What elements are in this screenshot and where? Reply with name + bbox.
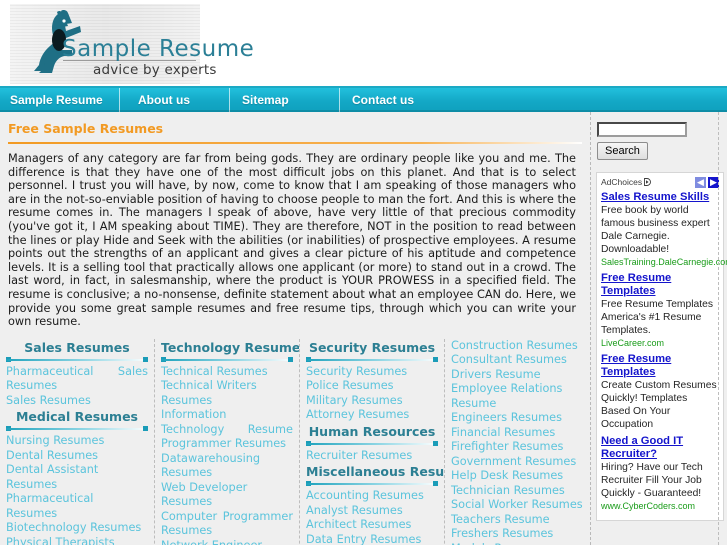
category-link[interactable]: Security Resumes xyxy=(306,365,438,380)
intro-paragraph: Managers of any category are far from be… xyxy=(8,152,576,329)
category-link[interactable]: Government Resumes xyxy=(451,455,584,470)
ad-title-link[interactable]: Sales Resume Skills xyxy=(601,191,719,204)
category-link[interactable]: Teachers Resume xyxy=(451,513,584,528)
category-link[interactable]: Data Entry Resumes xyxy=(306,533,438,545)
category-column-3: Security Resumes Security Resumes Police R… xyxy=(300,338,445,545)
category-link[interactable]: Employee Relations Resume xyxy=(451,382,584,411)
category-link[interactable]: Dental Resumes xyxy=(6,449,148,464)
body-wrapper: Free Sample Resumes Managers of any cate… xyxy=(0,112,727,545)
category-link[interactable]: Programmer Resumes xyxy=(161,437,293,452)
category-link[interactable]: Biotechnology Resumes xyxy=(6,521,148,536)
category-link[interactable]: Technician Resumes xyxy=(451,484,584,499)
ad-pager: ◀ ▶ xyxy=(695,176,719,188)
category-heading-underline xyxy=(306,440,438,446)
search-button[interactable]: Search xyxy=(597,142,648,160)
category-link[interactable]: Freshers Resumes xyxy=(451,527,584,542)
category-link[interactable]: Military Resumes xyxy=(306,394,438,409)
category-link[interactable]: Architect Resumes xyxy=(306,518,438,533)
logo-subtitle: advice by experts xyxy=(93,62,217,78)
category-link[interactable]: Drivers Resume xyxy=(451,368,584,383)
category-column-1: Sales Resumes Pharmaceutical Sales Resume… xyxy=(0,338,155,545)
adchoices-label[interactable]: AdChoices xyxy=(601,177,652,187)
category-link[interactable]: Datawarehousing Resumes xyxy=(161,452,293,481)
category-heading: Medical Resumes xyxy=(15,409,138,425)
category-link[interactable]: Recruiter Resumes xyxy=(306,449,438,464)
ad-url[interactable]: SalesTraining.DaleCarnegie.com xyxy=(601,256,727,268)
category-link[interactable]: Sales Resumes xyxy=(6,394,148,409)
category-link[interactable]: Firefighter Resumes xyxy=(451,440,584,455)
category-link[interactable]: Computer Programmer Resumes xyxy=(161,510,293,539)
adchoices-text: AdChoices xyxy=(601,177,643,187)
category-link[interactable]: Information Technology Resume xyxy=(161,408,293,437)
logo-banner: Sample Resume advice by experts xyxy=(10,4,254,84)
category-heading: Sales Resumes xyxy=(24,339,130,355)
category-heading: Miscellaneous Resumes xyxy=(306,464,445,480)
ad-item: Sales Resume Skills Free book by world fa… xyxy=(601,191,727,268)
ad-description: Free Resume Templates America's #1 Resum… xyxy=(601,299,713,336)
page-root: Sample Resume advice by experts Sample R… xyxy=(0,0,727,545)
category-link[interactable]: Engineers Resumes xyxy=(451,411,584,426)
ad-item: Free Resume Templates Free Resume Templat… xyxy=(601,272,719,349)
category-link[interactable]: Pharmaceutical Resumes xyxy=(6,492,148,521)
logo-title: Sample Resume xyxy=(62,36,255,62)
nav-item-contact-us[interactable]: Contact us xyxy=(340,88,424,112)
ad-prev-arrow-icon[interactable]: ◀ xyxy=(695,176,706,188)
ad-url[interactable]: LiveCareer.com xyxy=(601,337,719,349)
category-link[interactable]: Nursing Resumes xyxy=(6,434,148,449)
nav-item-sample-resume[interactable]: Sample Resume xyxy=(0,88,120,112)
category-link[interactable]: Technical Writers Resumes xyxy=(161,379,293,408)
category-link[interactable]: Physical Therapists Resumes xyxy=(6,536,148,545)
category-link[interactable]: Technical Resumes xyxy=(161,365,293,380)
ad-description: Create Custom Resumes Quickly! Templates… xyxy=(601,380,717,430)
category-heading-underline xyxy=(306,356,438,362)
nav-item-sitemap[interactable]: Sitemap xyxy=(230,88,340,112)
category-heading-underline xyxy=(161,356,293,362)
category-link[interactable]: Help Desk Resumes xyxy=(451,469,584,484)
ad-description: Free book by world famous business exper… xyxy=(601,205,710,255)
category-column-2: Technology Resumes Technical Resumes Techn… xyxy=(155,338,300,545)
category-link[interactable]: Analyst Resumes xyxy=(306,504,438,519)
category-heading: Technology Resumes xyxy=(161,339,300,355)
ad-list: Sales Resume Skills Free book by world fa… xyxy=(601,191,727,512)
adchoices-triangle-icon xyxy=(644,178,652,186)
category-link[interactable]: Social Worker Resumes xyxy=(451,498,584,513)
category-column-4: Construction Resumes Consultant Resumes Dr… xyxy=(445,339,590,545)
ad-url[interactable]: www.CyberCoders.com xyxy=(601,500,719,512)
category-link[interactable]: Financial Resumes xyxy=(451,426,584,441)
category-link[interactable]: Web Developer Resumes xyxy=(161,481,293,510)
sidebar-divider xyxy=(718,112,719,545)
ad-title-link[interactable]: Free Resume Templates xyxy=(601,353,719,379)
category-columns: Sales Resumes Pharmaceutical Sales Resume… xyxy=(0,338,590,545)
main-navigation: Sample Resume About us Sitemap Contact u… xyxy=(0,88,727,112)
main-content: Free Sample Resumes Managers of any cate… xyxy=(0,112,590,545)
ad-title-link[interactable]: Free Resume Templates xyxy=(601,272,719,298)
category-heading: Human Resources xyxy=(308,423,436,439)
ad-item: Free Resume Templates Create Custom Resum… xyxy=(601,353,719,431)
site-header: Sample Resume advice by experts xyxy=(0,0,727,88)
category-link[interactable]: Accounting Resumes xyxy=(306,489,438,504)
ad-unit: AdChoices ◀ ▶ Sales Resume Skills Free bo… xyxy=(596,172,727,521)
category-link[interactable]: Pharmaceutical Sales Resumes xyxy=(6,365,148,394)
category-heading-underline xyxy=(306,481,438,487)
search-input[interactable] xyxy=(597,122,687,137)
ad-description: Hiring? Have our Tech Recruiter Fill You… xyxy=(601,462,703,499)
nav-item-about-us[interactable]: About us xyxy=(120,88,230,112)
ad-item: Need a Good IT Recruiter? Hiring? Have ou… xyxy=(601,435,719,512)
category-heading-underline xyxy=(6,356,148,362)
category-link[interactable]: Construction Resumes xyxy=(451,339,584,354)
right-sidebar: Search AdChoices ◀ ▶ Sales Resume Skills… xyxy=(590,112,727,545)
category-heading: Security Resumes xyxy=(308,339,436,355)
category-link[interactable]: Network Engineer Resumes xyxy=(161,539,293,545)
category-link[interactable]: Police Resumes xyxy=(306,379,438,394)
ad-unit-header: AdChoices ◀ ▶ xyxy=(601,176,719,188)
category-link[interactable]: Attorney Resumes xyxy=(306,408,438,423)
category-link[interactable]: Consultant Resumes xyxy=(451,353,584,368)
category-heading-underline xyxy=(6,426,148,432)
page-title: Free Sample Resumes xyxy=(8,121,164,136)
category-link[interactable]: Dental Assistant Resumes xyxy=(6,463,148,492)
ad-title-link[interactable]: Need a Good IT Recruiter? xyxy=(601,435,719,461)
